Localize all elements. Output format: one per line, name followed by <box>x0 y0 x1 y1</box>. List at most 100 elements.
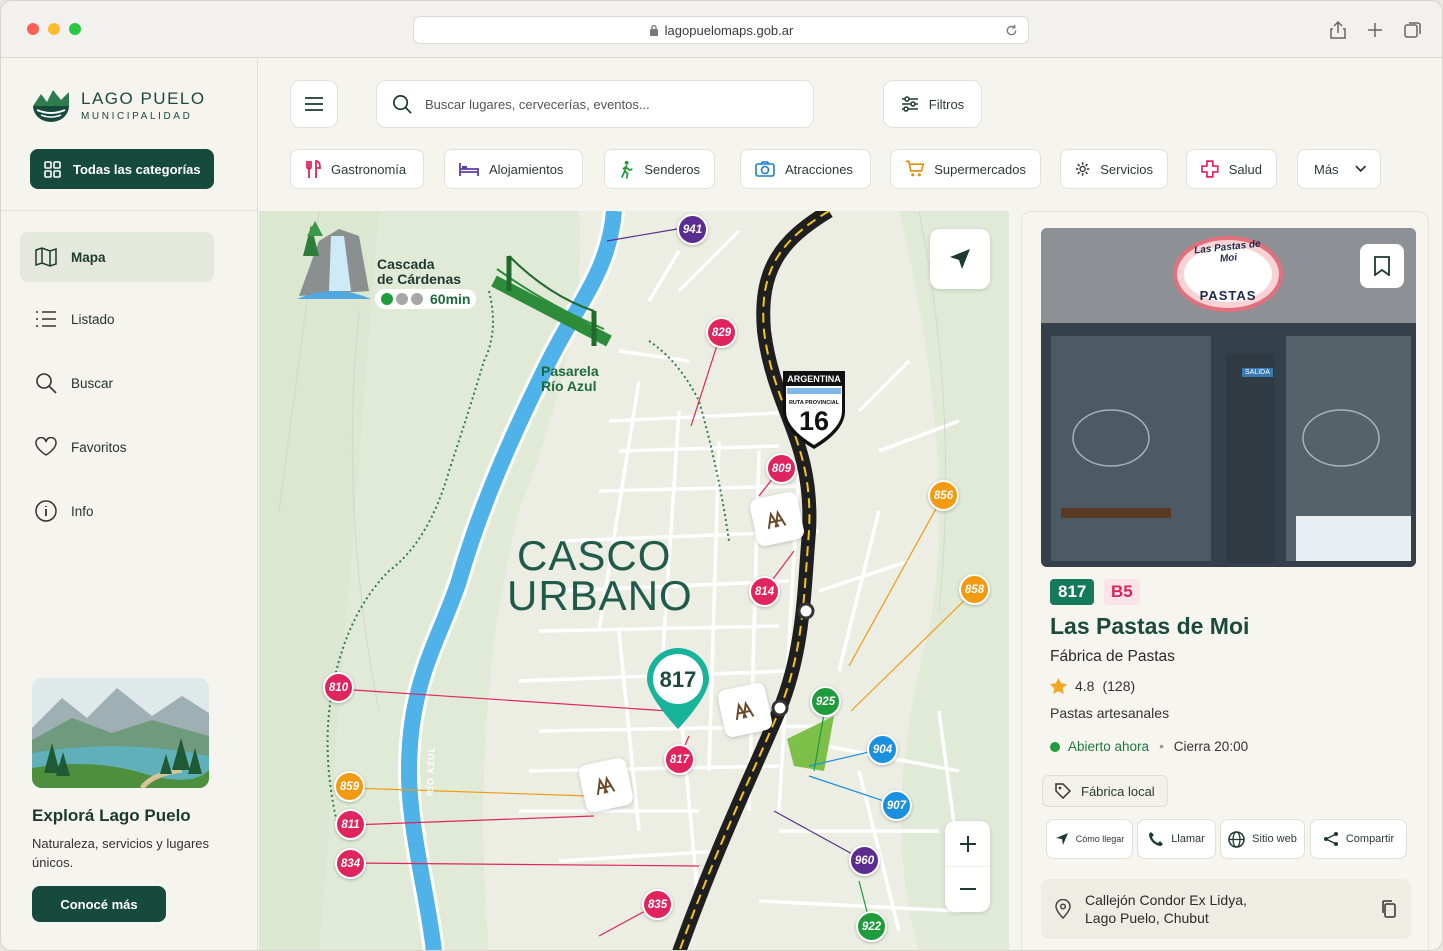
map-pin-834[interactable]: 834 <box>335 848 366 879</box>
brewery-poi-marker[interactable] <box>577 756 635 814</box>
status-separator: • <box>1159 739 1164 754</box>
bookmark-button[interactable] <box>1360 244 1404 288</box>
map-pin-814[interactable]: 814 <box>749 576 780 607</box>
brewery-poi-marker[interactable] <box>748 490 806 548</box>
learn-more-button[interactable]: Conocé más <box>32 886 166 922</box>
category-label: Atracciones <box>785 161 853 177</box>
menu-button[interactable] <box>290 80 338 128</box>
search-input[interactable]: Buscar lugares, cervecerías, eventos... <box>376 80 814 128</box>
sidebar-item-label: Info <box>71 503 94 519</box>
category-mas[interactable]: Más <box>1297 149 1381 189</box>
address-bar[interactable]: lagopuelomaps.gob.ar <box>413 16 1029 44</box>
category-gastronomia[interactable]: Gastronomía <box>290 149 424 189</box>
map-pin-858[interactable]: 858 <box>959 574 990 605</box>
category-label: Servicios <box>1100 161 1153 177</box>
tabs-overview-icon[interactable] <box>1403 20 1423 40</box>
category-servicios[interactable]: Servicios <box>1060 149 1168 189</box>
map-pin-810[interactable]: 810 <box>323 672 354 703</box>
brand-logo[interactable]: LAGO PUELO MUNICIPALIDAD <box>31 86 206 124</box>
all-categories-button[interactable]: Todas las categorías <box>30 149 214 189</box>
place-detail-panel: Las Pastas de Moi PASTAS SALIDA 817 B5 L… <box>1021 211 1429 950</box>
list-icon <box>36 311 56 327</box>
sidebar-item-favoritos[interactable]: Favoritos <box>20 422 214 472</box>
category-supermercados[interactable]: Supermercados <box>890 149 1041 189</box>
map-pin-907[interactable]: 907 <box>881 790 912 821</box>
map-pin-941[interactable]: 941 <box>677 214 708 245</box>
map-pin-856[interactable]: 856 <box>928 480 959 511</box>
category-senderos[interactable]: Senderos <box>604 149 715 189</box>
lake-mountains-logo-icon <box>33 90 69 122</box>
sidebar-item-listado[interactable]: Listado <box>20 294 214 344</box>
map-view[interactable]: Cascada de Cárdenas 60min Pasarela Río A… <box>259 211 1009 950</box>
place-description: Pastas artesanales <box>1050 705 1170 721</box>
tag-icon <box>1055 783 1071 799</box>
category-label: Salud <box>1228 161 1262 177</box>
sliders-icon <box>901 96 918 112</box>
website-button[interactable]: Sitio web <box>1220 819 1305 859</box>
bridge-label[interactable]: Pasarela Río Azul <box>541 364 599 394</box>
map-pin-809[interactable]: 809 <box>766 453 797 484</box>
map-pin-859[interactable]: 859 <box>334 771 365 802</box>
hiker-icon <box>621 160 633 179</box>
place-tag[interactable]: Fábrica local <box>1042 775 1168 807</box>
difficulty-dot-icon <box>411 293 423 305</box>
address-line2: Lago Puelo, Chubut <box>1085 910 1209 926</box>
browser-titlebar: lagopuelomaps.gob.ar <box>1 1 1442 58</box>
brand-subtitle: MUNICIPALIDAD <box>81 110 193 122</box>
map-pin-835[interactable]: 835 <box>642 889 673 920</box>
directions-button[interactable]: Cómo llegar <box>1046 819 1133 859</box>
close-window-button[interactable] <box>27 23 39 35</box>
filters-button[interactable]: Filtros <box>883 80 982 128</box>
bridge-label-line2: Río Azul <box>541 378 597 394</box>
map-pin-925[interactable]: 925 <box>810 686 841 717</box>
sidebar-item-info[interactable]: Info <box>20 486 214 536</box>
call-button[interactable]: Llamar <box>1137 819 1216 859</box>
sidebar: LAGO PUELO MUNICIPALIDAD Todas las categ… <box>1 58 258 950</box>
difficulty-dot-icon <box>381 293 393 305</box>
my-location-button[interactable] <box>930 229 990 289</box>
category-alojamientos[interactable]: Alojamientos <box>444 149 583 189</box>
selected-location-pin[interactable]: 817 <box>645 647 711 731</box>
zoom-controls <box>945 821 990 912</box>
place-address: Callejón Condor Ex Lidya, Lago Puelo, Ch… <box>1041 879 1411 939</box>
brewery-poi-marker[interactable] <box>716 681 774 739</box>
category-atracciones[interactable]: Atracciones <box>740 149 871 189</box>
copy-icon[interactable] <box>1381 900 1397 918</box>
place-name: Las Pastas de Moi <box>1050 613 1250 639</box>
category-salud[interactable]: Salud <box>1186 149 1277 189</box>
map-pin-960[interactable]: 960 <box>849 845 880 876</box>
share-icon[interactable] <box>1328 20 1348 40</box>
map-pin-922[interactable]: 922 <box>856 911 887 942</box>
map-pin-904[interactable]: 904 <box>867 734 898 765</box>
reload-icon[interactable] <box>1005 24 1018 37</box>
share-place-button[interactable]: Compartir <box>1310 819 1407 859</box>
difficulty-dot-icon <box>396 293 408 305</box>
action-label: Compartir <box>1345 833 1395 845</box>
bookmark-icon <box>1374 256 1390 276</box>
zoom-out-button[interactable] <box>945 867 990 912</box>
tag-label: Fábrica local <box>1081 783 1155 799</box>
grid-icon <box>44 160 61 178</box>
minimize-window-button[interactable] <box>48 23 60 35</box>
promo-title: Explorá Lago Puelo <box>32 806 191 825</box>
hamburger-icon <box>305 97 323 111</box>
category-label: Senderos <box>644 161 700 177</box>
sidebar-item-mapa[interactable]: Mapa <box>20 232 214 282</box>
route-sign-number: 16 <box>798 406 830 436</box>
action-label: Llamar <box>1171 833 1205 845</box>
barrel-icon <box>596 775 616 796</box>
fork-knife-icon <box>306 160 321 178</box>
sidebar-item-label: Favoritos <box>71 439 127 455</box>
zoom-in-button[interactable] <box>945 822 990 867</box>
maximize-window-button[interactable] <box>69 23 81 35</box>
map-pin-811[interactable]: 811 <box>335 809 366 840</box>
waterfall-label[interactable]: Cascada de Cárdenas <box>377 257 461 287</box>
sidebar-item-buscar[interactable]: Buscar <box>20 358 214 408</box>
closing-time: Cierra 20:00 <box>1173 739 1249 754</box>
sign-pastas-text: PASTAS <box>1199 288 1257 303</box>
map-pin-817[interactable]: 817 <box>664 744 695 775</box>
map-pin-829[interactable]: 829 <box>706 317 737 348</box>
new-tab-icon[interactable] <box>1365 20 1385 40</box>
exit-sign: SALIDA <box>1242 368 1273 377</box>
bed-icon <box>459 163 479 176</box>
